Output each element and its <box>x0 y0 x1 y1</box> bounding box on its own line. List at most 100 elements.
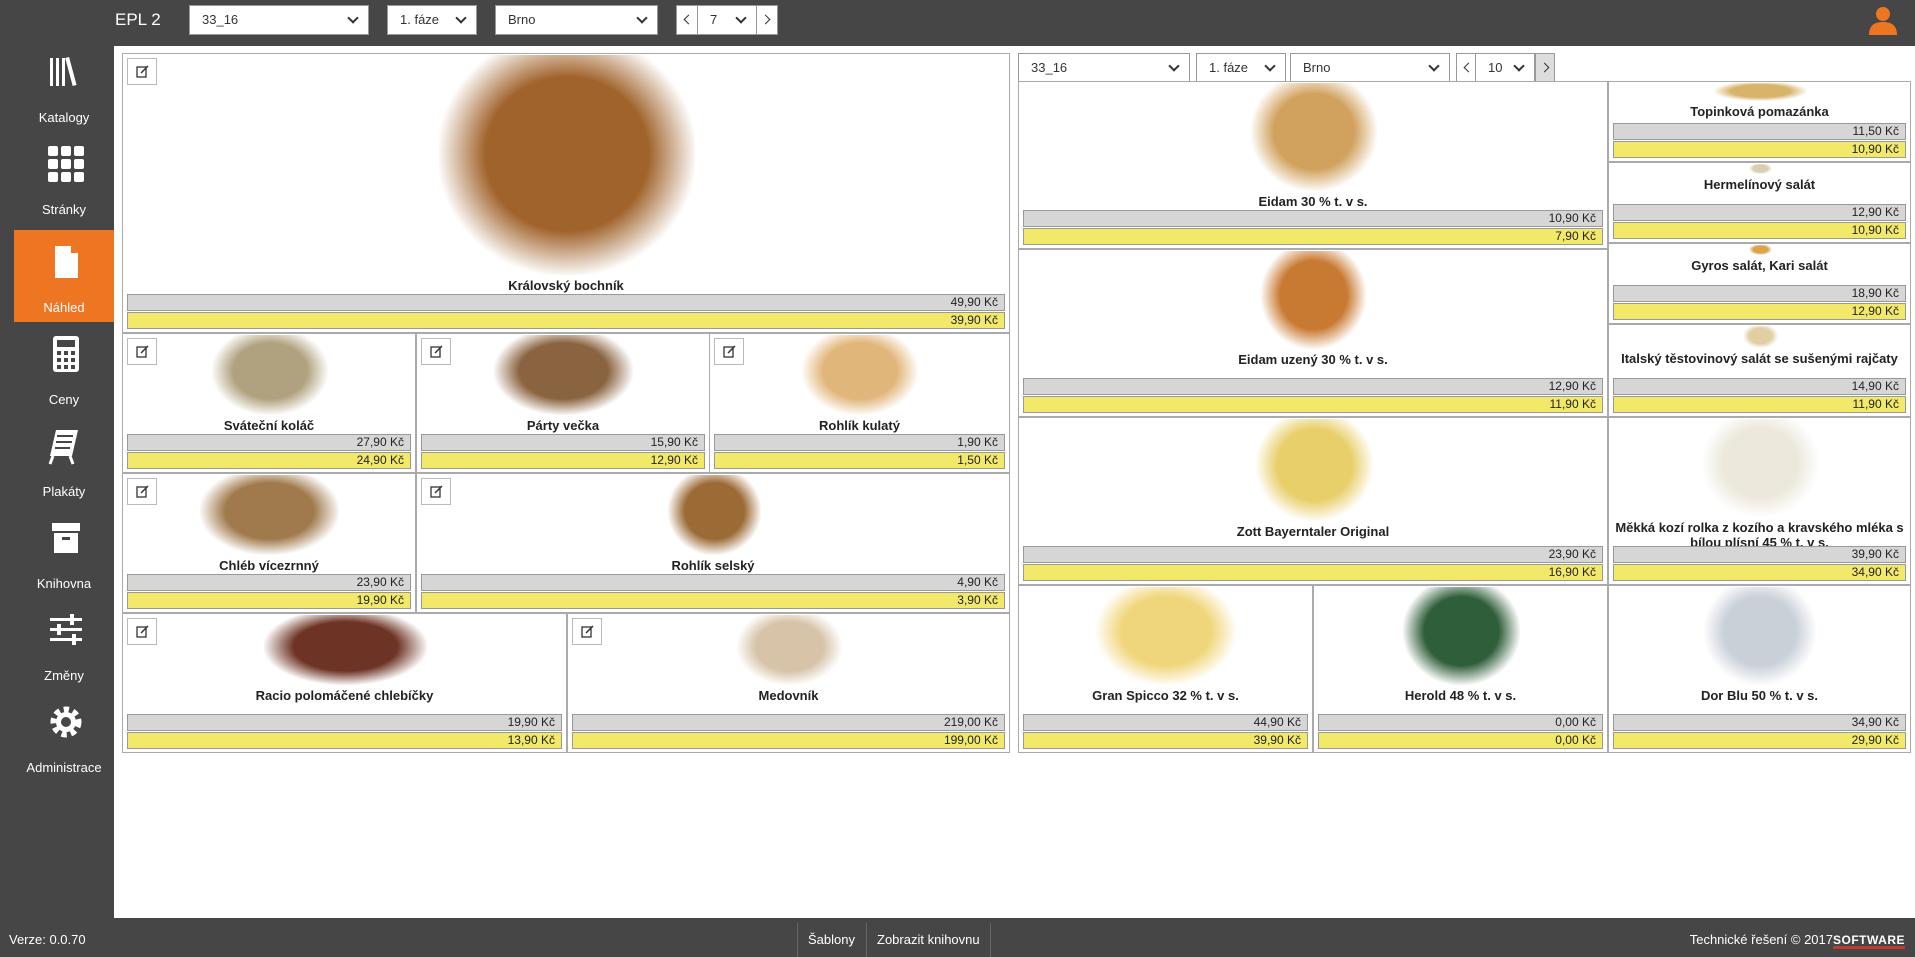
product-name: Rohlík kulatý <box>819 418 900 433</box>
document-icon <box>55 246 78 278</box>
bottom-bar: Verze: 0.0.70 Šablony Zobrazit knihovnu … <box>0 923 1915 957</box>
edit-icon <box>581 625 594 638</box>
edit-button[interactable] <box>127 338 157 365</box>
catalog-select[interactable]: 33_16 <box>189 5 369 35</box>
product-tile[interactable]: Královský bochník 49,90 Kč 39,90 Kč <box>122 53 1010 333</box>
edit-button[interactable] <box>127 478 157 505</box>
regular-price: 27,90 Kč <box>127 434 411 451</box>
promo-price: 199,00 Kč <box>572 732 1005 749</box>
page-value: 10 <box>1488 60 1503 75</box>
page-select[interactable]: 7 <box>697 5 757 35</box>
sidebar-item-plakaty[interactable]: Plakáty <box>14 414 114 506</box>
promo-price: 10,90 Kč <box>1613 222 1906 239</box>
product-image <box>1096 587 1236 685</box>
promo-price: 12,90 Kč <box>421 452 705 469</box>
catalog-value: 33_16 <box>202 12 239 27</box>
product-image <box>1702 419 1819 517</box>
show-library-button[interactable]: Zobrazit knihovnu <box>866 923 991 957</box>
edit-button[interactable] <box>421 338 451 365</box>
product-name: Gran Spicco 32 % t. v s. <box>1092 688 1239 703</box>
regular-price: 49,90 Kč <box>127 294 1005 311</box>
company-logo: SOFTWARE <box>1833 933 1905 949</box>
edit-button[interactable] <box>421 478 451 505</box>
promo-price: 24,90 Kč <box>127 452 411 469</box>
product-tile[interactable]: Párty večka 15,90 Kč 12,90 Kč <box>416 333 710 473</box>
regular-price: 15,90 Kč <box>421 434 705 451</box>
chevron-down-icon <box>1428 60 1440 72</box>
right-prev-page-button[interactable] <box>1456 53 1476 82</box>
regular-price: 4,90 Kč <box>421 574 1005 591</box>
catalog-icon <box>50 56 77 87</box>
edit-button[interactable] <box>127 58 157 85</box>
user-icon[interactable] <box>1867 4 1899 36</box>
sidebar-item-label: Administrace <box>26 760 102 775</box>
product-tile[interactable]: Gyros salát, Kari salát 18,90 Kč 12,90 Kč <box>1608 243 1911 324</box>
product-tile[interactable]: Medovník 219,00 Kč 199,00 Kč <box>567 613 1010 753</box>
prev-page-button[interactable] <box>676 5 698 35</box>
edit-icon <box>723 345 736 358</box>
product-image <box>737 615 842 685</box>
product-tile[interactable]: Italský těstovinový salát se sušenými ra… <box>1608 324 1911 417</box>
templates-button[interactable]: Šablony <box>797 923 865 957</box>
product-name: Italský těstovinový salát se sušenými ra… <box>1621 351 1898 366</box>
sidebar-item-katalogy[interactable]: Katalogy <box>14 40 114 132</box>
product-tile[interactable]: Zott Bayerntaler Original 23,90 Kč 16,90 K… <box>1018 417 1608 585</box>
product-tile[interactable]: Hermelínový salát 12,90 Kč 10,90 Kč <box>1608 162 1911 243</box>
product-image <box>212 335 328 415</box>
product-tile[interactable]: Topinková pomazánka 11,50 Kč 10,90 Kč <box>1608 81 1911 162</box>
product-tile[interactable]: Rohlík kulatý 1,90 Kč 1,50 Kč <box>709 333 1010 473</box>
product-tile[interactable]: Dor Blu 50 % t. v s. 34,90 Kč 29,90 Kč <box>1608 585 1911 753</box>
edit-icon <box>430 485 443 498</box>
sidebar-item-knihovna[interactable]: Knihovna <box>14 506 114 598</box>
sidebar-item-nahled[interactable]: Náhled <box>14 230 114 322</box>
product-tile[interactable]: Herold 48 % t. v s. 0,00 Kč 0,00 Kč <box>1313 585 1608 753</box>
sidebar-item-ceny[interactable]: Ceny <box>14 322 114 414</box>
product-image <box>668 475 761 555</box>
sidebar-item-zmeny[interactable]: Změny <box>14 598 114 690</box>
product-name: Eidam uzený 30 % t. v s. <box>1238 352 1388 367</box>
app-title: EPL 2 <box>115 10 161 29</box>
product-tile[interactable]: Sváteční koláč 27,90 Kč 24,90 Kč <box>122 333 416 473</box>
chevron-down-icon <box>347 12 359 24</box>
product-tile[interactable]: Gran Spicco 32 % t. v s. 44,90 Kč 39,90 Kč <box>1018 585 1313 753</box>
sidebar-item-label: Stránky <box>41 202 87 217</box>
grid-icon <box>48 146 84 182</box>
product-image <box>264 615 427 685</box>
sidebar-item-administrace[interactable]: Administrace <box>14 690 114 782</box>
product-name: Herold 48 % t. v s. <box>1404 688 1517 703</box>
edit-button[interactable] <box>572 618 602 645</box>
right-phase-select[interactable]: 1. fáze <box>1196 53 1286 82</box>
product-tile[interactable]: Chléb vícezrnný 23,90 Kč 19,90 Kč <box>122 473 416 613</box>
city-select[interactable]: Brno <box>495 5 658 35</box>
product-tile[interactable]: Měkká kozí rolka z kozího a kravského ml… <box>1608 417 1911 585</box>
next-page-button[interactable] <box>756 5 778 35</box>
product-name: Rohlík selský <box>671 558 755 573</box>
product-tile[interactable]: Rohlík selský 4,90 Kč 3,90 Kč <box>416 473 1010 613</box>
promo-price: 16,90 Kč <box>1023 564 1603 581</box>
edit-button[interactable] <box>127 618 157 645</box>
promo-price: 1,50 Kč <box>714 452 1005 469</box>
product-image <box>494 335 633 415</box>
right-catalog-select[interactable]: 33_16 <box>1018 53 1190 82</box>
edit-button[interactable] <box>714 338 744 365</box>
right-next-page-button[interactable] <box>1535 53 1555 82</box>
edit-icon <box>136 485 149 498</box>
product-tile[interactable]: Eidam 30 % t. v s. 10,90 Kč 7,90 Kč <box>1018 81 1608 249</box>
edit-icon <box>430 345 443 358</box>
promo-price: 34,90 Kč <box>1613 564 1906 581</box>
product-name: Racio polomáčené chlebíčky <box>255 688 434 703</box>
sidebar-item-stranky[interactable]: Stránky <box>14 132 114 224</box>
right-page-select[interactable]: 10 <box>1475 53 1535 82</box>
product-tile[interactable]: Racio polomáčené chlebíčky 19,90 Kč 13,90 … <box>122 613 567 753</box>
sidebar-item-label: Plakáty <box>42 484 86 499</box>
regular-price: 219,00 Kč <box>572 714 1005 731</box>
regular-price: 14,90 Kč <box>1613 378 1906 395</box>
changes-icon <box>50 614 82 645</box>
chevron-down-icon <box>1168 60 1180 72</box>
product-name: Medovník <box>758 688 819 703</box>
top-bar: EPL 2 33_16 1. fáze Brno 7 <box>0 0 1915 40</box>
edit-icon <box>136 65 149 78</box>
product-tile[interactable]: Eidam uzený 30 % t. v s. 12,90 Kč 11,90 Kč <box>1018 249 1608 417</box>
right-city-select[interactable]: Brno <box>1290 53 1450 82</box>
phase-select[interactable]: 1. fáze <box>387 5 477 35</box>
